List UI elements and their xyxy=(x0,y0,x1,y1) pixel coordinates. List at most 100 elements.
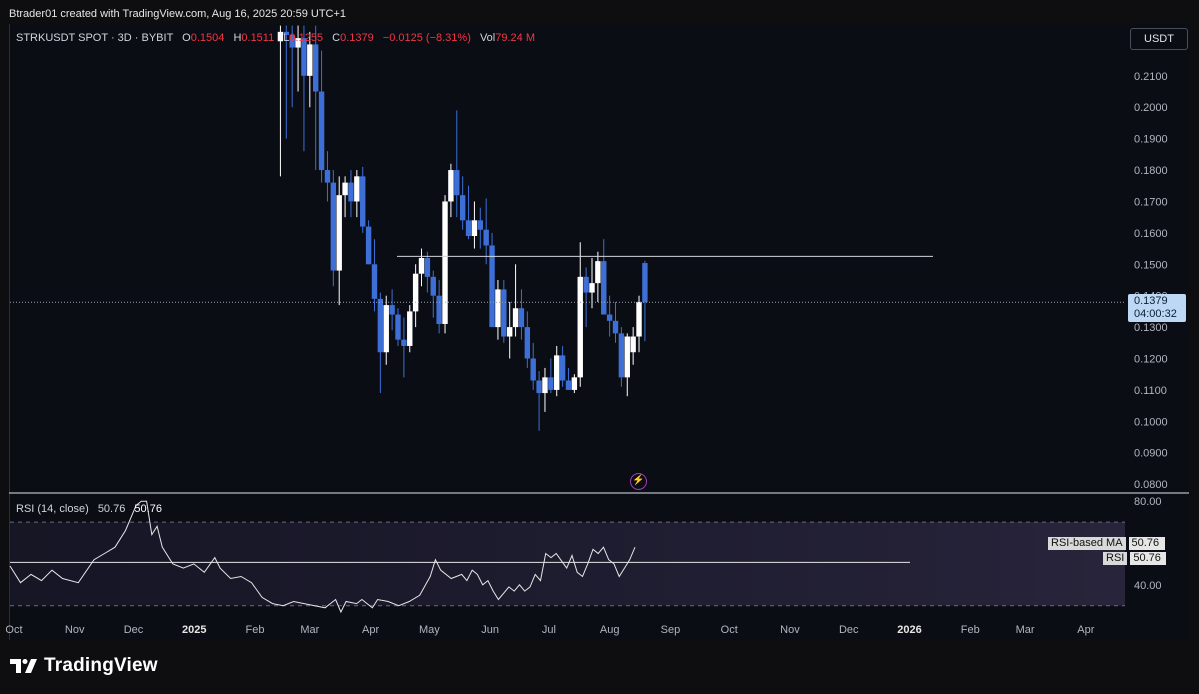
candle-body xyxy=(618,333,625,378)
rsi-legend: RSI (14, close) 50.76 50.76 xyxy=(16,503,162,515)
candle xyxy=(389,289,395,331)
candle-body xyxy=(542,377,548,394)
candle-body xyxy=(401,339,407,346)
candle xyxy=(342,176,348,218)
candle xyxy=(642,260,648,342)
candle-body xyxy=(477,220,483,230)
price-tick-label: 0.1800 xyxy=(1134,165,1168,177)
candle xyxy=(395,308,401,346)
candle xyxy=(454,110,460,218)
candle-body xyxy=(624,336,630,378)
close-value: 0.1379 xyxy=(340,32,374,44)
candle xyxy=(595,251,601,302)
candle xyxy=(301,25,307,152)
candle xyxy=(612,301,619,343)
candle xyxy=(471,201,478,249)
time-tick-label: Dec xyxy=(124,624,144,636)
price-tick-label: 0.1200 xyxy=(1134,354,1168,366)
candle xyxy=(630,327,636,365)
candle xyxy=(483,198,489,265)
candle-body xyxy=(559,355,566,381)
candle-body xyxy=(360,176,366,227)
candle-body xyxy=(448,170,454,202)
candle xyxy=(465,185,472,240)
candle-body xyxy=(459,195,466,221)
time-tick-label: Mar xyxy=(300,624,319,636)
time-tick-label: Mar xyxy=(1016,624,1035,636)
candle xyxy=(495,279,501,340)
candle xyxy=(354,170,360,218)
candle xyxy=(501,279,507,343)
currency-button[interactable]: USDT xyxy=(1130,28,1188,50)
candle-body xyxy=(548,377,554,390)
candle xyxy=(377,292,384,394)
brand-name: TradingView xyxy=(44,655,158,676)
candle xyxy=(565,367,572,390)
candle-body xyxy=(424,258,431,277)
rsi-tick-label: 40.00 xyxy=(1134,580,1162,592)
candle-body xyxy=(606,314,613,321)
candle-body xyxy=(571,377,578,390)
price-tick-label: 0.1300 xyxy=(1134,322,1168,334)
time-tick-label: Apr xyxy=(1077,624,1094,636)
time-tick-label: May xyxy=(419,624,440,636)
time-tick-label: Sep xyxy=(661,624,681,636)
candle xyxy=(577,242,583,387)
price-tick-label: 0.1500 xyxy=(1134,259,1168,271)
rsi-tag-value: 50.76 xyxy=(1130,552,1167,565)
candle xyxy=(371,239,378,312)
open-value: 0.1504 xyxy=(190,32,225,44)
candle xyxy=(559,345,566,387)
candle xyxy=(459,176,466,230)
symbol-legend: STRKUSDT SPOT · 3D · BYBIT O0.1504 H0.15… xyxy=(16,32,535,44)
candle xyxy=(489,232,495,328)
candle-body xyxy=(442,201,448,324)
candle-body xyxy=(307,44,313,76)
candle-body xyxy=(389,305,395,315)
candle-body xyxy=(583,276,589,293)
candle-body xyxy=(530,358,536,381)
candle-body xyxy=(601,261,607,315)
lightning-icon[interactable]: ⚡ xyxy=(630,473,647,490)
candle-body xyxy=(554,355,560,390)
candle-body xyxy=(342,182,348,196)
price-tick-label: 0.1700 xyxy=(1134,196,1168,208)
time-tick-label: Oct xyxy=(721,624,738,636)
candle xyxy=(365,220,372,265)
rsi-value-1: 50.76 xyxy=(97,503,126,515)
time-tick-label: Oct xyxy=(5,624,22,636)
candle-body xyxy=(436,295,442,324)
candle xyxy=(318,50,325,183)
candle xyxy=(571,374,578,394)
price-tick-label: 0.1600 xyxy=(1134,228,1168,240)
candle xyxy=(277,25,284,177)
candle xyxy=(506,301,513,359)
tradingview-logo-icon xyxy=(10,659,37,673)
candle xyxy=(436,279,442,334)
price-tick-label: 0.1000 xyxy=(1134,416,1168,428)
candle-body xyxy=(330,182,337,271)
candle-body xyxy=(501,289,507,337)
open-label: O xyxy=(182,32,191,44)
candle xyxy=(518,289,525,340)
candle-body xyxy=(524,327,531,359)
candle-body xyxy=(630,336,636,353)
last-price-value: 0.1379 xyxy=(1134,295,1168,307)
candle-body xyxy=(636,301,642,337)
candle-body xyxy=(377,298,384,353)
price-tick-label: 0.1900 xyxy=(1134,134,1168,146)
bar-countdown: 04:00:32 xyxy=(1134,308,1177,320)
volume-label: Vol xyxy=(479,32,496,44)
candle xyxy=(448,163,454,218)
high-value: 0.1511 xyxy=(241,32,275,44)
price-chart[interactable]: 0.22000.21000.20000.19000.18000.17000.16… xyxy=(0,0,1199,694)
candle-body xyxy=(348,182,354,202)
rsi-ma-label: RSI-based MA xyxy=(1048,537,1126,550)
tradingview-logo[interactable]: TradingView xyxy=(10,655,158,677)
last-price-tag: 0.1379 04:00:32 xyxy=(1128,294,1186,322)
candle-body xyxy=(512,308,519,328)
rsi-ma-tag: RSI-based MA 50.76 xyxy=(1048,537,1165,550)
candle xyxy=(583,267,589,328)
candle xyxy=(512,264,519,337)
change-value: −0.0125 (−8.31%) xyxy=(382,32,471,44)
